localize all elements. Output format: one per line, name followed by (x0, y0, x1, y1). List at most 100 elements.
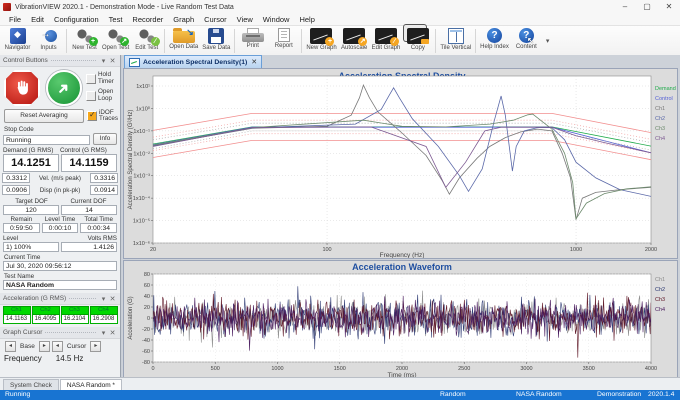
toolbar-help-index-button[interactable]: Help Index (478, 27, 511, 55)
base-prev-button[interactable]: ◂ (5, 341, 16, 352)
current-time-value: Jul 30, 2020 09:56:12 (3, 261, 117, 271)
toolbar-copy-button[interactable]: Copy (402, 27, 433, 55)
accel-close-icon[interactable]: ✕ (108, 295, 117, 303)
svg-text:1x10⁻³: 1x10⁻³ (133, 174, 150, 180)
svg-text:1500: 1500 (334, 366, 346, 372)
accel-menu-icon[interactable]: ▾ (99, 295, 108, 303)
svg-text:2000: 2000 (645, 247, 657, 253)
vel-label: Vel. (m/s peak) (30, 175, 90, 182)
graph-tab-close-icon[interactable]: ✕ (251, 58, 257, 66)
toolbar-report-button[interactable]: Report (268, 27, 299, 55)
asd-chart[interactable]: Acceleration Spectral Density1x10¹1x10⁰1… (123, 68, 678, 259)
svg-text:1000: 1000 (271, 366, 283, 372)
svg-text:1x10⁻⁵: 1x10⁻⁵ (133, 218, 150, 225)
level-time-value: 0:00:10 (42, 223, 79, 233)
svg-text:0: 0 (151, 366, 154, 372)
toolbar-inputs-button[interactable]: Inputs (33, 27, 64, 55)
cursor-label: Cursor (67, 343, 87, 350)
volts-rms-value: 1.4126 (61, 242, 117, 252)
tab-system-check[interactable]: System Check (3, 379, 59, 390)
accel-rms-header[interactable]: Acceleration (G RMS) ▾ ✕ (0, 293, 120, 305)
tab-acceleration-spectral-density[interactable]: Acceleration Spectral Density(1) ✕ (124, 55, 262, 68)
cursor-prev-button[interactable]: ◂ (52, 341, 63, 352)
dock-menu-icon[interactable]: ▾ (99, 57, 108, 65)
control-value: 14.1159 (61, 154, 117, 172)
maximize-button[interactable]: ▢ (636, 0, 658, 14)
menu-window[interactable]: Window (258, 14, 295, 26)
svg-text:Acceleration Waveform: Acceleration Waveform (352, 262, 452, 272)
cursor-frequency-label: Frequency (4, 354, 42, 363)
toolbar-edit-test-button[interactable]: Edit Test (131, 27, 162, 55)
control-buttons-header[interactable]: Control Buttons ▾ ✕ (0, 55, 120, 67)
svg-text:Ch1: Ch1 (655, 106, 665, 112)
accel-rms-table: Ch114.1163Ch216.4095Ch316.2104Ch416.2908 (0, 305, 120, 324)
toolbar-tile-vertical-button[interactable]: Tile Vertical (438, 27, 473, 55)
accel-drag-handle[interactable] (69, 298, 96, 299)
accel-col-ch1: Ch114.1163 (3, 306, 31, 324)
menu-configuration[interactable]: Configuration (49, 14, 104, 26)
demand-label: Demand (G RMS) (3, 147, 60, 154)
toolbar-print-button[interactable]: Print (237, 27, 268, 55)
cursor-close-icon[interactable]: ✕ (108, 329, 117, 337)
toolbar-edit-graph-button[interactable]: Edit Graph (370, 27, 403, 55)
menu-graph[interactable]: Graph (168, 14, 199, 26)
idof-traces-checkbox[interactable] (87, 111, 97, 121)
current-dof-value: 14 (61, 205, 117, 215)
toolbar-open-test-button[interactable]: Open Test (100, 27, 131, 55)
menu-help[interactable]: Help (294, 14, 319, 26)
toolbar-navigator-button[interactable]: Navigator (2, 27, 33, 55)
toolbar-open-data-button[interactable]: Open Data (167, 27, 200, 55)
print-icon (242, 33, 264, 42)
toolbar-overflow-icon[interactable]: ▾ (546, 37, 550, 45)
menu-recorder[interactable]: Recorder (127, 14, 168, 26)
cursor-frequency-value: 14.5 Hz (56, 354, 84, 363)
status-mode: Demonstration (597, 390, 641, 400)
menu-view[interactable]: View (232, 14, 258, 26)
svg-text:1x10⁻⁶: 1x10⁻⁶ (133, 240, 150, 247)
cursor-drag-handle[interactable] (45, 332, 96, 333)
dock-drag-handle[interactable] (51, 60, 96, 61)
dock-close-icon[interactable]: ✕ (108, 57, 117, 65)
accel-header: Ch4 (90, 306, 118, 315)
open-loop-checkbox[interactable] (86, 91, 96, 101)
report-icon (278, 28, 290, 42)
menu-test[interactable]: Test (104, 14, 128, 26)
control-buttons-panel: Control Buttons ▾ ✕ HoldTimer (0, 55, 121, 377)
svg-text:-80: -80 (142, 360, 150, 366)
accel-col-ch3: Ch316.2104 (61, 306, 89, 324)
disp-left-value: 0.0906 (2, 185, 30, 195)
toolbar-content-button[interactable]: Content (511, 27, 542, 55)
minimize-button[interactable]: – (614, 0, 636, 14)
stop-button[interactable] (4, 70, 40, 106)
cursor-menu-icon[interactable]: ▾ (99, 329, 108, 337)
graph-tab-icon (129, 58, 140, 67)
waveform-chart[interactable]: Acceleration Waveform806040200-20-40-60-… (123, 260, 678, 379)
close-button[interactable]: ✕ (658, 0, 680, 14)
menu-cursor[interactable]: Cursor (199, 14, 232, 26)
toolbar-save-data-button[interactable]: Save Data (200, 27, 232, 55)
toolbar: NavigatorInputsNew TestOpen TestEdit Tes… (0, 26, 680, 56)
accel-header: Ch3 (61, 306, 89, 315)
graph-cursor-header[interactable]: Graph Cursor ▾ ✕ (0, 327, 120, 339)
base-label: Base (20, 343, 35, 350)
run-button[interactable] (46, 70, 82, 106)
toolbar-autoscale-button[interactable]: Autoscale (339, 27, 370, 55)
reset-averaging-button[interactable]: Reset Averaging (4, 109, 84, 123)
hold-timer-checkbox[interactable] (86, 74, 96, 84)
accel-header: Ch1 (3, 306, 31, 315)
info-button[interactable]: Info (93, 133, 117, 145)
menu-bar: FileEditConfigurationTestRecorderGraphCu… (0, 14, 680, 26)
tab-nasa-random[interactable]: NASA Random * (60, 379, 122, 390)
toolbar-new-graph-button[interactable]: New Graph (304, 27, 338, 55)
base-next-button[interactable]: ▸ (39, 341, 50, 352)
current-dof-label: Current DOF (60, 198, 117, 205)
svg-text:60: 60 (144, 283, 150, 289)
toolbar-new-test-button[interactable]: New Test (69, 27, 100, 55)
open-test-icon (105, 28, 127, 44)
menu-file[interactable]: File (4, 14, 26, 26)
hold-timer-label: HoldTimer (98, 72, 114, 85)
cursor-next-button[interactable]: ▸ (90, 341, 101, 352)
menu-edit[interactable]: Edit (26, 14, 49, 26)
edit-graph-icon (375, 28, 397, 44)
new-test-icon (74, 28, 96, 44)
